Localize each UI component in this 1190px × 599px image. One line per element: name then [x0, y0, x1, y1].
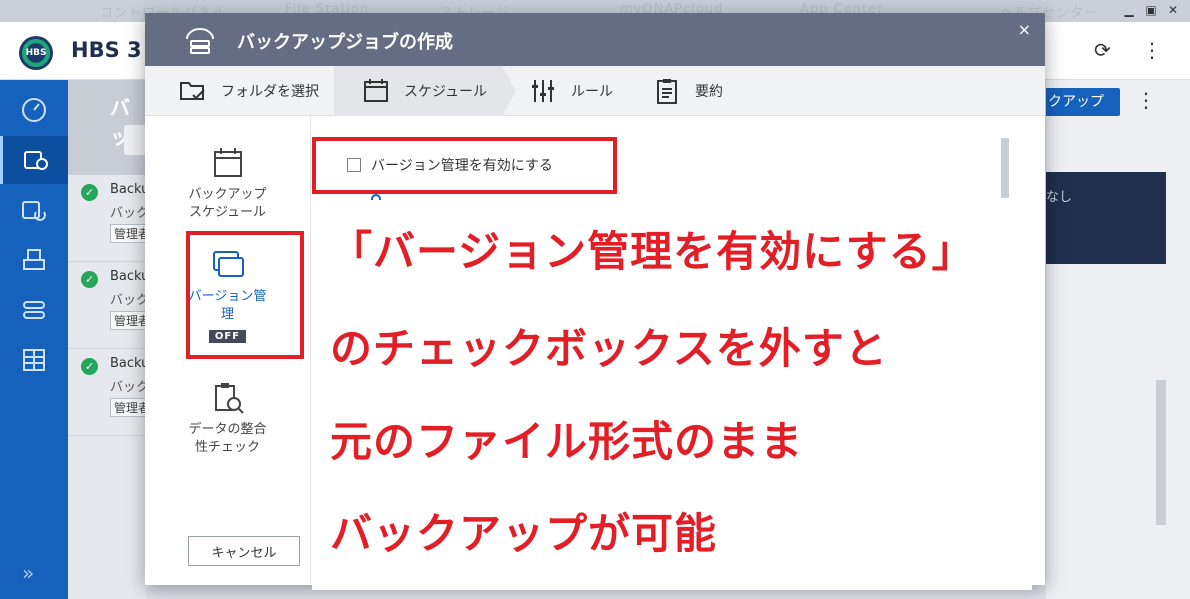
cancel-button[interactable]: キャンセル	[188, 536, 300, 566]
close-icon[interactable]: ×	[1018, 20, 1031, 39]
wizard-steps: フォルダを選択 スケジュール ルール 要約	[145, 66, 1045, 116]
sidebar-item-storage[interactable]	[0, 286, 68, 334]
job-item[interactable]: ✓ Backu バック 管理者	[68, 176, 155, 262]
nav-data-integrity[interactable]: データの整合 性チェック	[145, 381, 310, 457]
annotation-line-3: 元のファイル形式のまま	[330, 417, 804, 466]
job-item[interactable]: ✓ Backu バック 管理者	[68, 350, 155, 436]
step-schedule[interactable]: スケジュール	[334, 66, 502, 116]
step-label: ルール	[571, 84, 613, 100]
job-item[interactable]: ✓ Backu バック 管理者	[68, 263, 155, 349]
sync-icon	[22, 201, 46, 221]
integrity-check-icon	[214, 383, 244, 414]
check-circle-icon: ✓	[81, 358, 98, 375]
server-icon	[23, 349, 45, 371]
nav-backup-schedule[interactable]: バックアップ スケジュール	[145, 146, 310, 222]
job-sub: バック	[110, 206, 150, 221]
job-name: Backu	[110, 269, 150, 284]
main-sidebar: »	[0, 80, 68, 599]
annotation-line-1: 「バージョン管理を有効にする」	[330, 227, 975, 276]
double-chevron-right-icon[interactable]: »	[22, 561, 34, 585]
step-label: フォルダを選択	[221, 84, 319, 100]
more-vertical-icon[interactable]: ⋮	[1136, 88, 1156, 112]
sidebar-item-overview[interactable]	[0, 86, 68, 134]
dashboard-icon	[22, 98, 46, 122]
step-rules[interactable]: ルール	[529, 66, 649, 116]
more-vertical-icon[interactable]: ⋮	[1142, 38, 1162, 62]
storage-icon	[23, 301, 45, 319]
backup-job-icon	[186, 28, 214, 54]
content-scrollbar[interactable]	[1001, 138, 1009, 198]
tray-icon	[23, 249, 45, 270]
backup-now-button[interactable]: クアップ	[1046, 88, 1120, 116]
job-sub: バック	[110, 380, 150, 395]
scrollbar[interactable]	[1156, 380, 1166, 525]
check-circle-icon: ✓	[81, 184, 98, 201]
nav-label: 性チェック	[194, 440, 260, 455]
job-name: Backu	[110, 182, 150, 197]
clipboard-icon	[657, 79, 677, 104]
step-summary[interactable]: 要約	[653, 66, 773, 116]
minimize-icon[interactable]: ▁	[1122, 3, 1136, 17]
detail-pane: クアップ ⋮ なし	[1046, 80, 1190, 599]
job-list-pane: バッ ✓ Backu バック 管理者 ✓ Backu バック 管理者 ✓ Bac…	[68, 80, 155, 599]
folder-check-icon	[180, 82, 205, 100]
highlight-checkbox	[312, 137, 617, 194]
step-label: 要約	[695, 84, 723, 100]
app-title: HBS 3	[71, 38, 142, 62]
detail-dark-band: なし	[1046, 172, 1166, 264]
nav-label: スケジュール	[188, 205, 267, 220]
sidebar-item-backup[interactable]	[0, 136, 68, 184]
window-close-icon[interactable]: ✕	[1166, 3, 1180, 17]
highlight-nav-versioning	[186, 231, 304, 359]
annotation-line-4: バックアップが可能	[330, 509, 718, 558]
backup-icon	[23, 151, 48, 170]
sidebar-item-restore[interactable]	[0, 186, 68, 234]
step-label: スケジュール	[404, 84, 488, 100]
sidebar-item-sync[interactable]	[0, 236, 68, 284]
hbs-logo: HBS	[19, 36, 53, 70]
maximize-icon[interactable]: ▣	[1144, 3, 1158, 17]
calendar-icon	[213, 148, 242, 177]
check-circle-icon: ✓	[81, 271, 98, 288]
dialog-title: バックアップジョブの作成	[237, 32, 453, 53]
job-list-header: バッ	[68, 80, 154, 175]
dialog-header: バックアップジョブの作成 ×	[145, 13, 1045, 66]
annotation-line-2: のチェックボックスを外すと	[330, 324, 888, 373]
job-name: Backu	[110, 356, 150, 371]
nav-label: バックアップ	[188, 187, 267, 202]
calendar-icon	[364, 79, 388, 102]
sidebar-item-services[interactable]	[0, 336, 68, 384]
refresh-icon[interactable]: ⟳	[1094, 38, 1111, 62]
step-separator	[502, 66, 516, 116]
job-sub: バック	[110, 293, 150, 308]
nav-label: データの整合	[188, 422, 267, 437]
step-select-folder[interactable]: フォルダを選択	[179, 66, 334, 116]
sliders-icon	[532, 80, 554, 102]
detail-value: なし	[1046, 190, 1073, 205]
